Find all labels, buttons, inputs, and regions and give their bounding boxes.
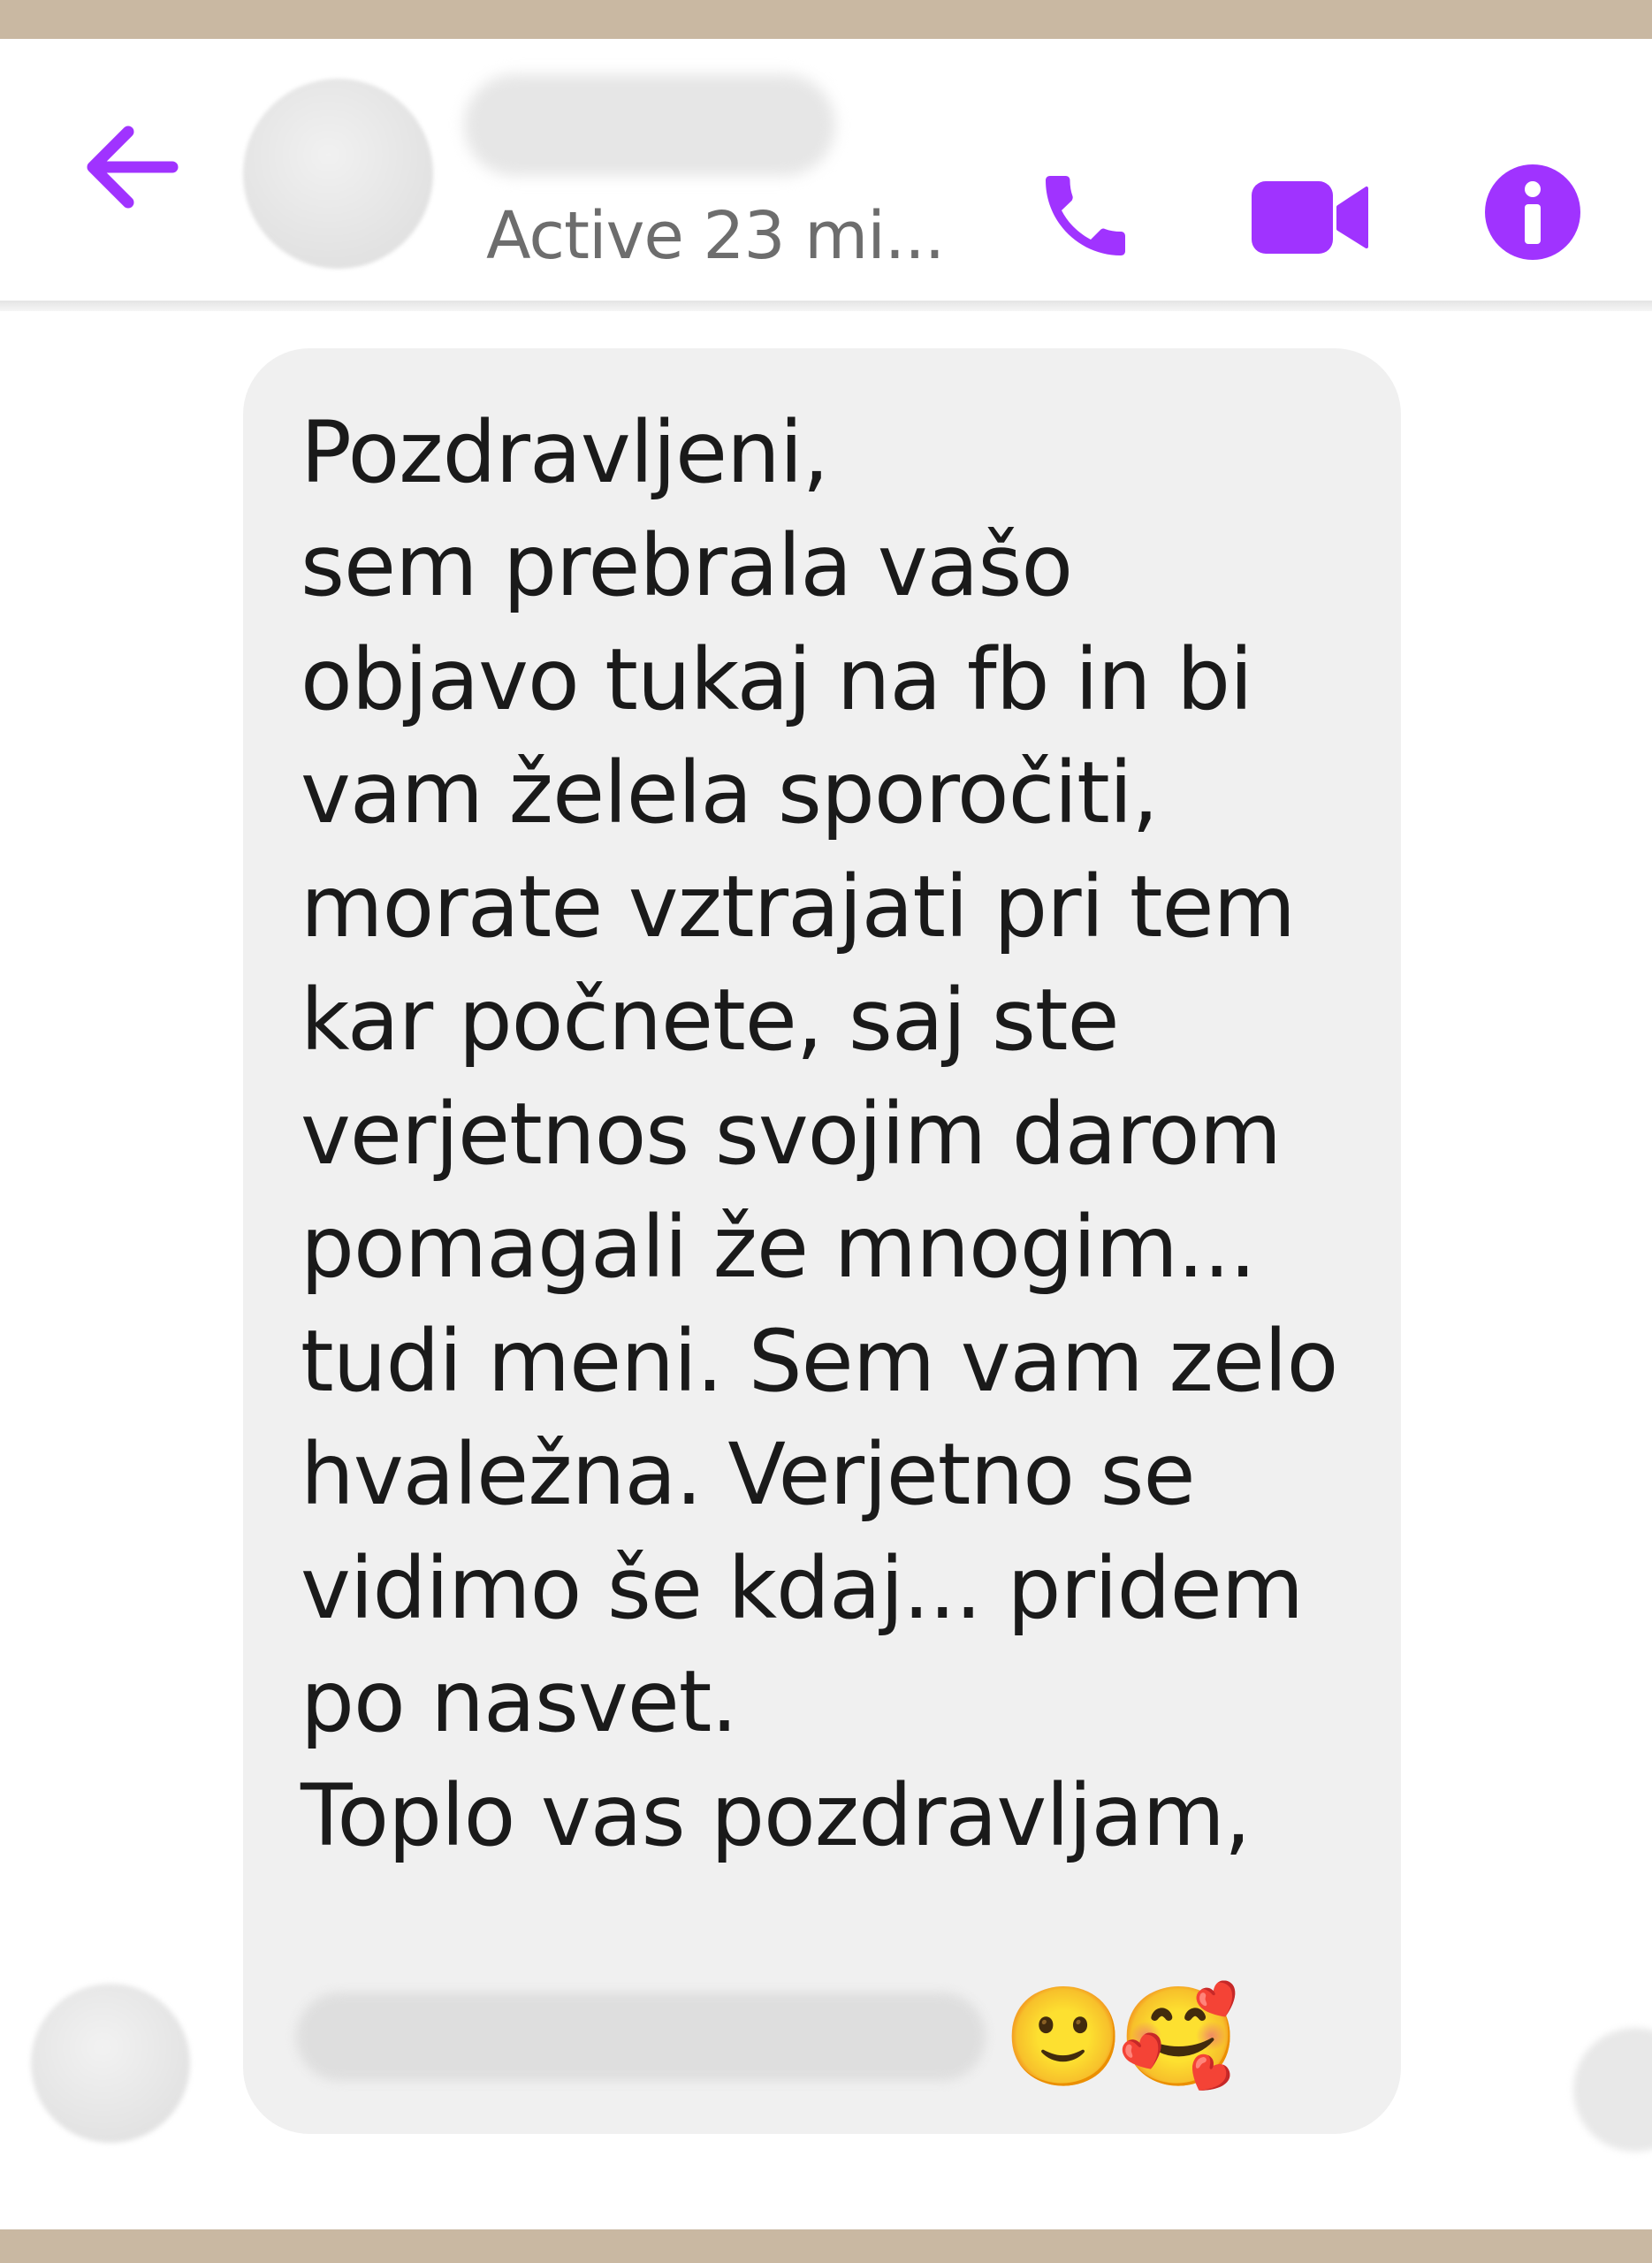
arrow-left-icon <box>87 126 179 209</box>
message-line: objavo tukaj na fb in bi <box>301 630 1253 729</box>
message-line: kar počnete, saj ste <box>301 971 1120 1070</box>
sender-avatar[interactable] <box>31 1984 190 2143</box>
message-line: sem prebrala vašo <box>301 516 1073 615</box>
header-divider <box>0 301 1652 311</box>
message-line: Toplo vas pozdravljam, <box>301 1766 1251 1865</box>
seen-avatar <box>1573 2028 1652 2152</box>
contact-avatar[interactable] <box>243 79 433 269</box>
hearts-emoji: 🥰 <box>1118 1980 1239 2093</box>
message-line: morate vztrajati pri tem <box>301 857 1296 956</box>
signature-redacted <box>296 1993 986 2081</box>
phone-icon <box>1046 176 1125 255</box>
chat-header: Active 23 mi... <box>0 39 1652 304</box>
message-line: tudi meni. Sem vam zelo <box>301 1312 1338 1411</box>
message-line: Pozdravljeni, <box>301 403 829 502</box>
video-call-button[interactable] <box>1248 176 1372 260</box>
smile-emoji: 🙂 <box>1003 1980 1124 2093</box>
back-button[interactable] <box>80 123 186 211</box>
info-button[interactable] <box>1483 163 1582 262</box>
message-line: hvaležna. Verjetno se <box>301 1425 1196 1524</box>
message-line: pomagali že mnogim... <box>301 1198 1256 1297</box>
info-icon <box>1485 164 1580 260</box>
call-button[interactable] <box>1032 163 1138 269</box>
message-line: vam želela sporočiti, <box>301 743 1159 842</box>
video-camera-icon <box>1252 181 1368 254</box>
message-line: po nasvet. <box>301 1652 738 1751</box>
contact-name-redacted[interactable] <box>464 74 835 176</box>
message-line: vidimo še kdaj... pridem <box>301 1539 1304 1638</box>
message-line: verjetnos svojim darom <box>301 1085 1282 1184</box>
messenger-screen: Active 23 mi... Pozdravljeni, sem prebra… <box>0 39 1652 2229</box>
active-status: Active 23 mi... <box>486 198 945 274</box>
